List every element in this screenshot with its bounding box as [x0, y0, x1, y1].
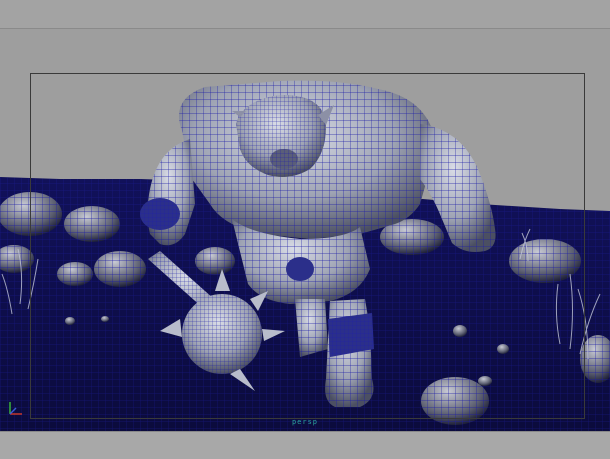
perspective-viewport[interactable]: [0, 29, 610, 431]
camera-name-label: persp: [291, 418, 319, 426]
viewport-bottom-strip: [0, 431, 610, 459]
maya-viewport-window: persp: [0, 0, 610, 459]
viewport-menu-strip[interactable]: [0, 0, 610, 29]
axis-gizmo-icon: [6, 398, 26, 418]
scene-render: [0, 80, 610, 431]
